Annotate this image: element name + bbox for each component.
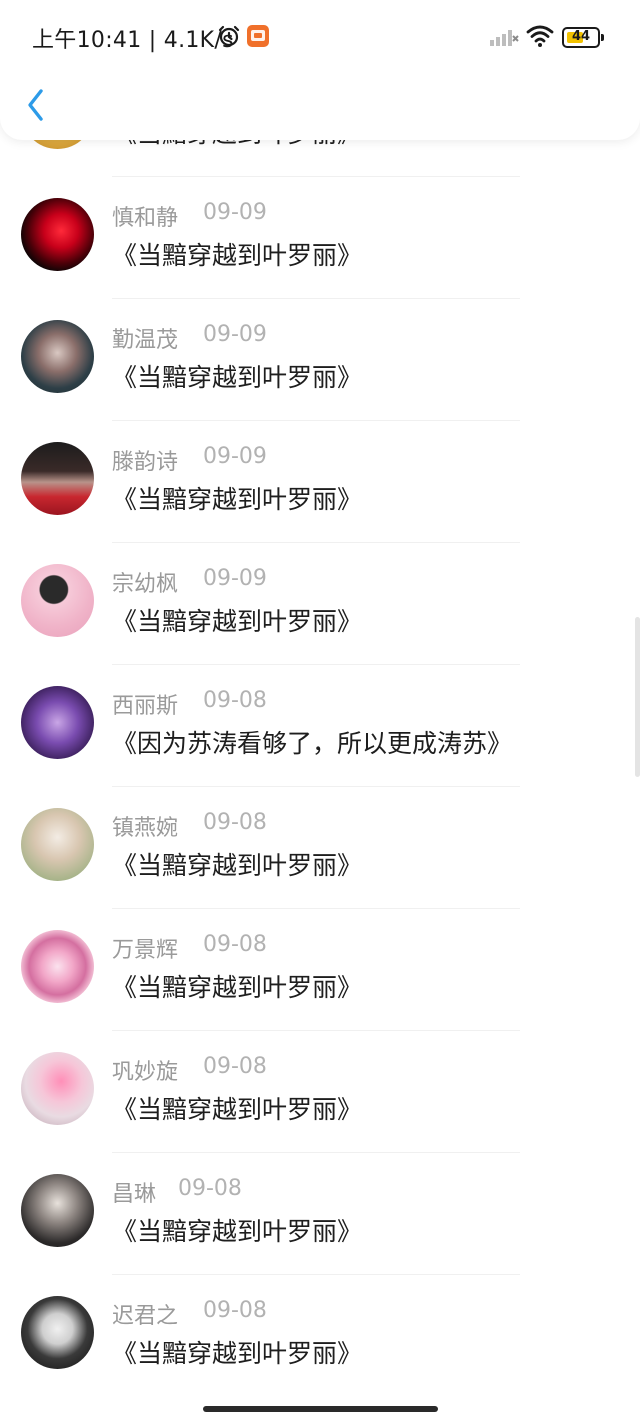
divider [112, 1152, 520, 1153]
item-name: 滕韵诗 [112, 450, 179, 475]
item-name: 勤温茂 [112, 328, 179, 353]
item-name: 镇燕婉 [112, 816, 179, 841]
status-time: 上午10:41 | 4.1K/s [32, 28, 234, 53]
list-item[interactable]: 滕韵诗 09-09 《当黯穿越到叶罗丽》 [0, 442, 640, 564]
avatar[interactable] [21, 198, 94, 271]
item-name: 西丽斯 [112, 694, 179, 719]
list-item[interactable]: 勤温茂 09-09 《当黯穿越到叶罗丽》 [0, 320, 640, 442]
item-date: 09-08 [178, 1176, 242, 1201]
status-bar: 上午10:41 | 4.1K/s 44 [0, 0, 640, 76]
item-message: 《当黯穿越到叶罗丽》 [112, 363, 363, 392]
avatar[interactable] [21, 564, 94, 637]
back-button[interactable] [18, 84, 54, 128]
item-name: 万景辉 [112, 938, 179, 963]
divider [112, 298, 520, 299]
avatar[interactable] [21, 930, 94, 1003]
avatar[interactable] [21, 686, 94, 759]
alarm-icon [218, 25, 240, 47]
avatar[interactable] [21, 808, 94, 881]
home-indicator[interactable] [203, 1406, 438, 1412]
item-name: 巩妙旋 [112, 1060, 179, 1085]
list-item[interactable]: 慎和静 09-09 《当黯穿越到叶罗丽》 [0, 198, 640, 320]
item-name: 迟君之 [112, 1304, 179, 1329]
item-date: 09-08 [203, 688, 267, 713]
item-date: 09-09 [203, 566, 267, 591]
item-date: 09-09 [203, 444, 267, 469]
item-message: 《当黯穿越到叶罗丽》 [112, 1217, 363, 1246]
divider [112, 1030, 520, 1031]
item-message: 《当黯穿越到叶罗丽》 [112, 973, 363, 1002]
avatar[interactable] [21, 1296, 94, 1369]
header: 上午10:41 | 4.1K/s 44 [0, 0, 640, 140]
item-message: 《当黯穿越到叶罗丽》 [112, 485, 363, 514]
signal-icon [490, 30, 519, 46]
list-item[interactable]: 镇燕婉 09-08 《当黯穿越到叶罗丽》 [0, 808, 640, 930]
item-message: 《因为苏涛看够了，所以更成涛苏》 [112, 729, 513, 758]
list-item[interactable]: 巩妙旋 09-08 《当黯穿越到叶罗丽》 [0, 1052, 640, 1174]
scrollbar[interactable] [635, 617, 640, 777]
item-date: 09-08 [203, 1054, 267, 1079]
app-badge-icon [247, 25, 269, 47]
message-list[interactable]: 《当黯穿越到叶罗丽》 慎和静 09-09 《当黯穿越到叶罗丽》 勤温茂 09-0… [0, 0, 640, 1422]
item-message: 《当黯穿越到叶罗丽》 [112, 1339, 363, 1368]
battery-level: 44 [571, 29, 591, 44]
divider [112, 542, 520, 543]
list-item[interactable]: 迟君之 09-08 《当黯穿越到叶罗丽》 [0, 1296, 640, 1418]
item-date: 09-09 [203, 200, 267, 225]
avatar[interactable] [21, 442, 94, 515]
item-date: 09-08 [203, 1298, 267, 1323]
item-date: 09-08 [203, 810, 267, 835]
divider [112, 176, 520, 177]
divider [112, 908, 520, 909]
wifi-icon [526, 25, 554, 47]
chevron-left-icon [28, 89, 43, 121]
item-message: 《当黯穿越到叶罗丽》 [112, 1095, 363, 1124]
divider [112, 420, 520, 421]
item-date: 09-08 [203, 932, 267, 957]
item-name: 宗幼枫 [112, 572, 179, 597]
divider [112, 786, 520, 787]
list-item[interactable]: 西丽斯 09-08 《因为苏涛看够了，所以更成涛苏》 [0, 686, 640, 808]
item-name: 慎和静 [112, 206, 179, 231]
avatar[interactable] [21, 1174, 94, 1247]
battery-tip [601, 34, 604, 41]
item-message: 《当黯穿越到叶罗丽》 [112, 607, 363, 636]
list-item[interactable]: 昌琳 09-08 《当黯穿越到叶罗丽》 [0, 1174, 640, 1296]
item-message: 《当黯穿越到叶罗丽》 [112, 851, 363, 880]
list-item[interactable]: 万景辉 09-08 《当黯穿越到叶罗丽》 [0, 930, 640, 1052]
item-date: 09-09 [203, 322, 267, 347]
item-message: 《当黯穿越到叶罗丽》 [112, 241, 363, 270]
avatar[interactable] [21, 1052, 94, 1125]
list-item[interactable]: 宗幼枫 09-09 《当黯穿越到叶罗丽》 [0, 564, 640, 686]
divider [112, 1274, 520, 1275]
divider [112, 664, 520, 665]
battery-icon: 44 [562, 27, 604, 48]
item-name: 昌琳 [112, 1182, 157, 1207]
avatar[interactable] [21, 320, 94, 393]
